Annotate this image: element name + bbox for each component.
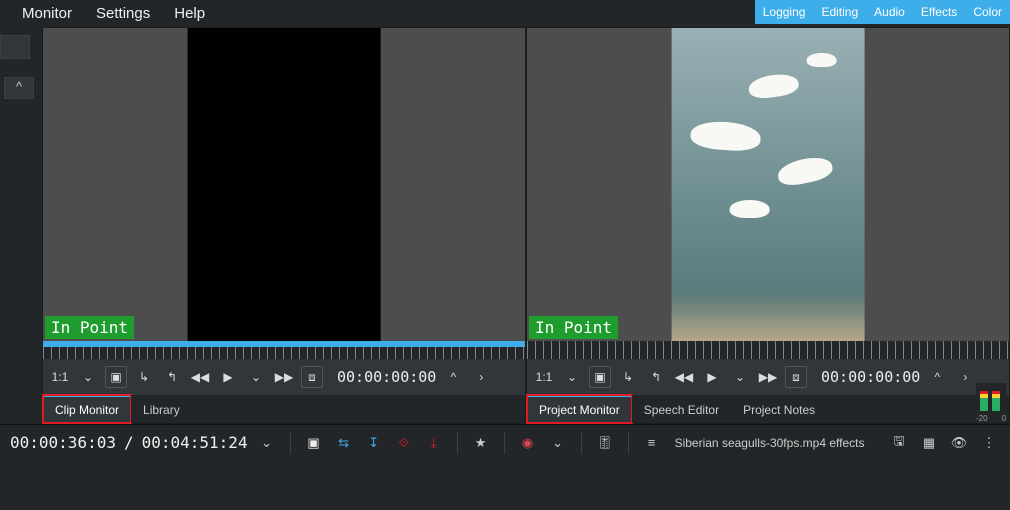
next-button[interactable]: › — [470, 366, 492, 388]
clip-monitor-panel: In Point 1:1 ⌄ ▣ ↳ ↰ ◀◀ ▶ ⌄ ▶▶ ⧈ 00:00:0… — [42, 27, 526, 424]
clip-monitor-tabs: Clip Monitor Library — [43, 395, 525, 423]
separator — [581, 432, 582, 454]
ruler-ticks — [43, 347, 525, 359]
tab-project-monitor[interactable]: Project Monitor — [527, 395, 632, 423]
tab-project-notes[interactable]: Project Notes — [731, 395, 827, 423]
set-in-point-button[interactable]: ↳ — [133, 366, 155, 388]
mix-clips-button[interactable]: ⇆ — [333, 432, 355, 454]
menu-monitor[interactable]: Monitor — [10, 1, 84, 26]
timecode-spinner-icon[interactable]: ^ — [442, 366, 464, 388]
forward-button[interactable]: ▶▶ — [273, 366, 295, 388]
set-out-point-button[interactable]: ↰ — [161, 366, 183, 388]
play-dropdown-icon[interactable]: ⌄ — [729, 366, 751, 388]
scale-dropdown-icon[interactable]: ⌄ — [561, 366, 583, 388]
workspace-tab-editing[interactable]: Editing — [813, 1, 866, 23]
project-monitor-view[interactable]: In Point — [527, 28, 1009, 341]
play-dropdown-icon[interactable]: ⌄ — [245, 366, 267, 388]
menu-settings[interactable]: Settings — [84, 1, 162, 26]
fullscreen-button[interactable]: ▣ — [589, 366, 611, 388]
project-timeline-ruler[interactable] — [527, 341, 1009, 359]
separator — [457, 432, 458, 454]
workspace-tab-effects[interactable]: Effects — [913, 1, 965, 23]
audio-mixer-button[interactable]: 🎚 — [594, 432, 616, 454]
meter-label-high: 0 — [1002, 414, 1006, 423]
status-clip-label: Siberian seagulls-30fps.mp4 effects — [675, 436, 865, 450]
tab-clip-monitor[interactable]: Clip Monitor — [43, 395, 131, 423]
image-content — [807, 53, 837, 67]
crop-button[interactable]: ⧈ — [785, 366, 807, 388]
fullscreen-button[interactable]: ▣ — [105, 366, 127, 388]
position-timecode[interactable]: 00:00:36:03 — [10, 433, 116, 452]
audio-meter[interactable]: -20 0 — [976, 383, 1006, 423]
panel-handle[interactable] — [0, 35, 30, 59]
scale-label[interactable]: 1:1 — [533, 366, 555, 388]
layout-icon[interactable]: ▦ — [918, 432, 940, 454]
rewind-button[interactable]: ◀◀ — [189, 366, 211, 388]
scale-label[interactable]: 1:1 — [49, 366, 71, 388]
tab-library[interactable]: Library — [131, 395, 192, 423]
chevron-up-icon: ^ — [16, 79, 22, 94]
timeline-toolbar: 00:00:36:03 / 00:04:51:24 ⌄ ▣ ⇆ ↧ ⟐ ⤓ ★ … — [0, 424, 1010, 460]
save-icon[interactable]: 🖫 — [888, 432, 910, 454]
set-out-point-button[interactable]: ↰ — [645, 366, 667, 388]
tab-speech-editor[interactable]: Speech Editor — [632, 395, 731, 423]
separator — [504, 432, 505, 454]
preview-render-button[interactable]: ◉ — [517, 432, 539, 454]
insert-zone-button[interactable]: ↧ — [363, 432, 385, 454]
workspace-tabs: Logging Editing Audio Effects Color — [755, 0, 1010, 24]
workspace-tab-audio[interactable]: Audio — [866, 1, 913, 23]
overwrite-zone-button[interactable]: ⟐ — [393, 432, 415, 454]
menu-help[interactable]: Help — [162, 1, 217, 26]
favorite-effects-button[interactable]: ★ — [470, 432, 492, 454]
clip-monitor-controls: 1:1 ⌄ ▣ ↳ ↰ ◀◀ ▶ ⌄ ▶▶ ⧈ 00:00:00:00 ^ › — [43, 359, 525, 395]
timeline-menu-button[interactable]: ≡ — [641, 432, 663, 454]
workspace-tab-logging[interactable]: Logging — [755, 1, 814, 23]
extract-zone-button[interactable]: ⤓ — [423, 432, 445, 454]
clip-timeline-ruler[interactable] — [43, 341, 525, 359]
image-content — [776, 154, 835, 189]
timecode-separator: / — [124, 433, 134, 452]
project-monitor-tabs: Project Monitor Speech Editor Project No… — [527, 395, 1009, 423]
project-preview-frame — [672, 28, 865, 341]
visibility-icon[interactable]: 👁 — [948, 432, 970, 454]
expand-button[interactable]: ^ — [4, 77, 34, 99]
scale-dropdown-icon[interactable]: ⌄ — [77, 366, 99, 388]
project-monitor-controls: 1:1 ⌄ ▣ ↳ ↰ ◀◀ ▶ ⌄ ▶▶ ⧈ 00:00:00:00 ^ › — [527, 359, 1009, 395]
track-compositing-button[interactable]: ▣ — [303, 432, 325, 454]
clip-preview-frame — [188, 28, 381, 341]
meter-label-low: -20 — [976, 414, 988, 423]
image-content — [747, 72, 800, 101]
timecode-spinner-icon[interactable]: ^ — [926, 366, 948, 388]
ruler-ticks — [527, 341, 1009, 359]
separator — [628, 432, 629, 454]
image-content — [690, 119, 762, 152]
rewind-button[interactable]: ◀◀ — [673, 366, 695, 388]
set-in-point-button[interactable]: ↳ — [617, 366, 639, 388]
project-monitor-panel: In Point 1:1 ⌄ ▣ ↳ ↰ ◀◀ ▶ ⌄ ▶▶ ⧈ 00:00:0… — [526, 27, 1010, 424]
monitors-area: ^ In Point 1:1 ⌄ ▣ ↳ ↰ ◀◀ ▶ ⌄ ▶▶ ⧈ 00:00… — [0, 27, 1010, 424]
left-side-panel: ^ — [0, 27, 42, 424]
clip-monitor-view[interactable]: In Point — [43, 28, 525, 341]
audio-meter-channel-right — [992, 391, 1000, 411]
next-button[interactable]: › — [954, 366, 976, 388]
play-button[interactable]: ▶ — [217, 366, 239, 388]
duration-timecode[interactable]: 00:04:51:24 — [142, 433, 248, 452]
clip-timecode[interactable]: 00:00:00:00 — [337, 368, 436, 386]
in-point-badge: In Point — [45, 316, 134, 339]
more-options-icon[interactable]: ⋮ — [978, 432, 1000, 454]
dropdown-icon[interactable]: ⌄ — [256, 432, 278, 454]
play-button[interactable]: ▶ — [701, 366, 723, 388]
crop-button[interactable]: ⧈ — [301, 366, 323, 388]
separator — [290, 432, 291, 454]
forward-button[interactable]: ▶▶ — [757, 366, 779, 388]
image-content — [729, 200, 769, 218]
audio-meter-channel-left — [980, 391, 988, 411]
workspace-tab-color[interactable]: Color — [965, 1, 1010, 23]
preview-dropdown-icon[interactable]: ⌄ — [547, 432, 569, 454]
in-point-badge: In Point — [529, 316, 618, 339]
project-timecode[interactable]: 00:00:00:00 — [821, 368, 920, 386]
